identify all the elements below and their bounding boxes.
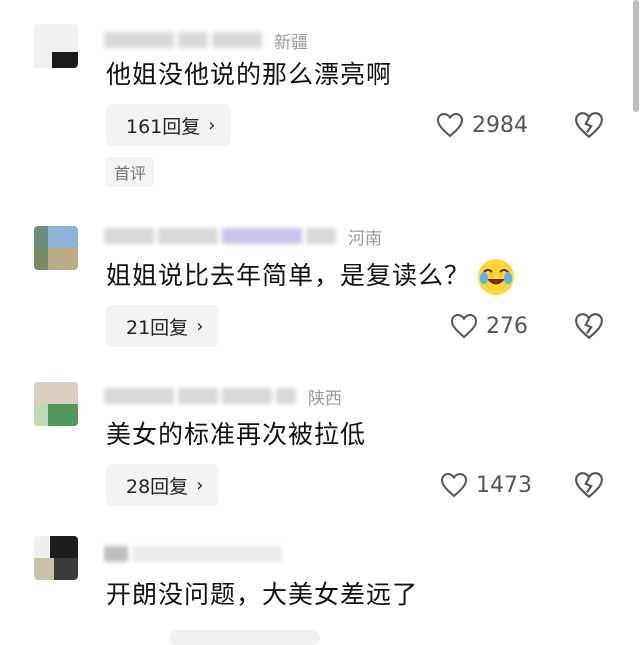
broken-heart-icon[interactable] — [574, 110, 604, 140]
chevron-right-icon: › — [208, 114, 216, 136]
reply-count-label: 161回复 — [126, 115, 201, 138]
comment-text: 姐姐说比去年简单，是复读么？ — [106, 257, 516, 297]
comment-region: 新疆 — [274, 32, 308, 53]
like-button[interactable]: 1473 — [440, 470, 532, 500]
like-count: 2984 — [472, 112, 528, 138]
chevron-right-icon: › — [196, 315, 204, 337]
like-count: 1473 — [476, 472, 532, 498]
like-button[interactable]: 276 — [450, 311, 528, 341]
view-replies-button[interactable]: 161回复 › — [106, 104, 232, 146]
comment-meta: 新疆 — [104, 30, 308, 53]
next-item-placeholder — [170, 630, 320, 645]
view-replies-button[interactable]: 28回复 › — [106, 464, 220, 506]
scrollbar[interactable] — [633, 0, 639, 112]
heart-outline-icon — [436, 112, 464, 138]
broken-heart-icon[interactable] — [574, 311, 604, 341]
comment-meta: 河南 — [104, 226, 382, 249]
comment-meta: 陕西 — [104, 386, 342, 409]
reply-count-label: 28回复 — [126, 475, 189, 498]
avatar[interactable] — [34, 226, 78, 270]
first-comment-badge: 首评 — [106, 157, 155, 187]
avatar[interactable] — [34, 382, 78, 426]
comment-region: 陕西 — [308, 388, 342, 409]
comment-text-body: 姐姐说比去年简单，是复读么？ — [106, 261, 471, 290]
comment-text: 美女的标准再次被拉低 — [106, 420, 367, 449]
chevron-right-icon: › — [196, 474, 204, 496]
broken-heart-icon[interactable] — [574, 470, 604, 500]
heart-outline-icon — [440, 472, 468, 498]
reply-count-label: 21回复 — [126, 316, 189, 339]
crying-laughing-emoji-icon — [478, 259, 515, 295]
comment-meta — [104, 544, 286, 564]
comment-text: 他姐没他说的那么漂亮啊 — [106, 60, 393, 89]
avatar[interactable] — [34, 24, 78, 68]
view-replies-button[interactable]: 21回复 › — [106, 305, 220, 347]
comment-region: 河南 — [348, 228, 382, 249]
like-button[interactable]: 2984 — [436, 110, 528, 140]
comment-text: 开朗没问题，大美女差远了 — [106, 580, 419, 609]
like-count: 276 — [486, 313, 528, 339]
avatar[interactable] — [34, 536, 78, 580]
heart-outline-icon — [450, 313, 478, 339]
